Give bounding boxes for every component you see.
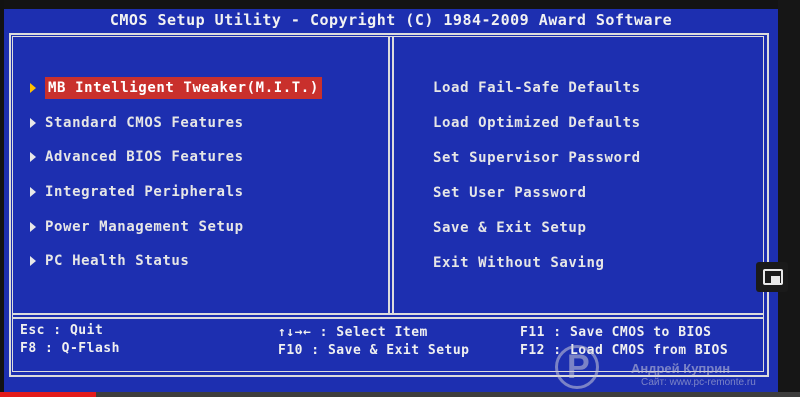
bios-title: CMOS Setup Utility - Copyright (C) 1984-…	[109, 11, 673, 29]
triangle-right-icon	[30, 118, 36, 128]
menu-item-load-fail-safe-defaults[interactable]: Load Fail-Safe Defaults	[433, 77, 641, 99]
help-divider	[12, 317, 764, 319]
help-esc-quit: Esc : Quit	[20, 323, 104, 338]
triangle-right-icon	[30, 152, 36, 162]
menu-item-exit-without-saving[interactable]: Exit Without Saving	[433, 252, 605, 274]
help-f10-save-exit: F10 : Save & Exit Setup	[278, 343, 470, 358]
watermark-name: Андрей Куприн	[631, 361, 731, 376]
help-select-item: ↑↓→← : Select Item	[278, 325, 428, 340]
menu-item-label: Integrated Peripherals	[45, 184, 244, 200]
triangle-right-icon	[30, 256, 36, 266]
video-progress-bar[interactable]	[0, 392, 800, 397]
menu-item-save-exit-setup[interactable]: Save & Exit Setup	[433, 217, 587, 239]
triangle-right-icon	[30, 222, 36, 232]
monitor-bezel-top	[0, 0, 800, 9]
menu-item-load-optimized-defaults[interactable]: Load Optimized Defaults	[433, 112, 641, 134]
help-f8-qflash: F8 : Q-Flash	[20, 341, 120, 356]
menu-item-mb-intelligent-tweaker[interactable]: MB Intelligent Tweaker(M.I.T.)	[30, 77, 322, 99]
monitor-bezel-left	[0, 0, 4, 397]
menu-item-power-management-setup[interactable]: Power Management Setup	[30, 216, 244, 238]
watermark-site: Сайт: www.pc-remonte.ru	[641, 377, 756, 388]
channel-watermark: Андрей Куприн Сайт: www.pc-remonte.ru	[555, 343, 775, 397]
channel-logo-icon	[555, 345, 599, 389]
picture-in-picture-icon[interactable]	[756, 262, 788, 292]
menu-item-set-supervisor-password[interactable]: Set Supervisor Password	[433, 147, 641, 169]
help-divider	[12, 313, 764, 315]
video-progress-played	[0, 392, 96, 397]
column-divider	[388, 36, 390, 314]
menu-item-label: Power Management Setup	[45, 219, 244, 235]
triangle-right-icon	[30, 187, 36, 197]
triangle-right-icon	[30, 83, 36, 93]
menu-item-pc-health-status[interactable]: PC Health Status	[30, 250, 189, 272]
menu-item-integrated-peripherals[interactable]: Integrated Peripherals	[30, 181, 244, 203]
menu-item-label: Standard CMOS Features	[45, 115, 244, 131]
monitor-bezel-right	[778, 0, 800, 397]
help-f11-save-cmos: F11 : Save CMOS to BIOS	[520, 325, 712, 340]
column-divider	[392, 36, 394, 314]
menu-item-advanced-bios-features[interactable]: Advanced BIOS Features	[30, 146, 244, 168]
menu-item-label: PC Health Status	[45, 253, 190, 269]
menu-item-set-user-password[interactable]: Set User Password	[433, 182, 587, 204]
menu-item-label: MB Intelligent Tweaker(M.I.T.)	[45, 77, 322, 99]
menu-item-standard-cmos-features[interactable]: Standard CMOS Features	[30, 112, 244, 134]
menu-item-label: Advanced BIOS Features	[45, 149, 244, 165]
bios-screen: CMOS Setup Utility - Copyright (C) 1984-…	[0, 0, 800, 397]
